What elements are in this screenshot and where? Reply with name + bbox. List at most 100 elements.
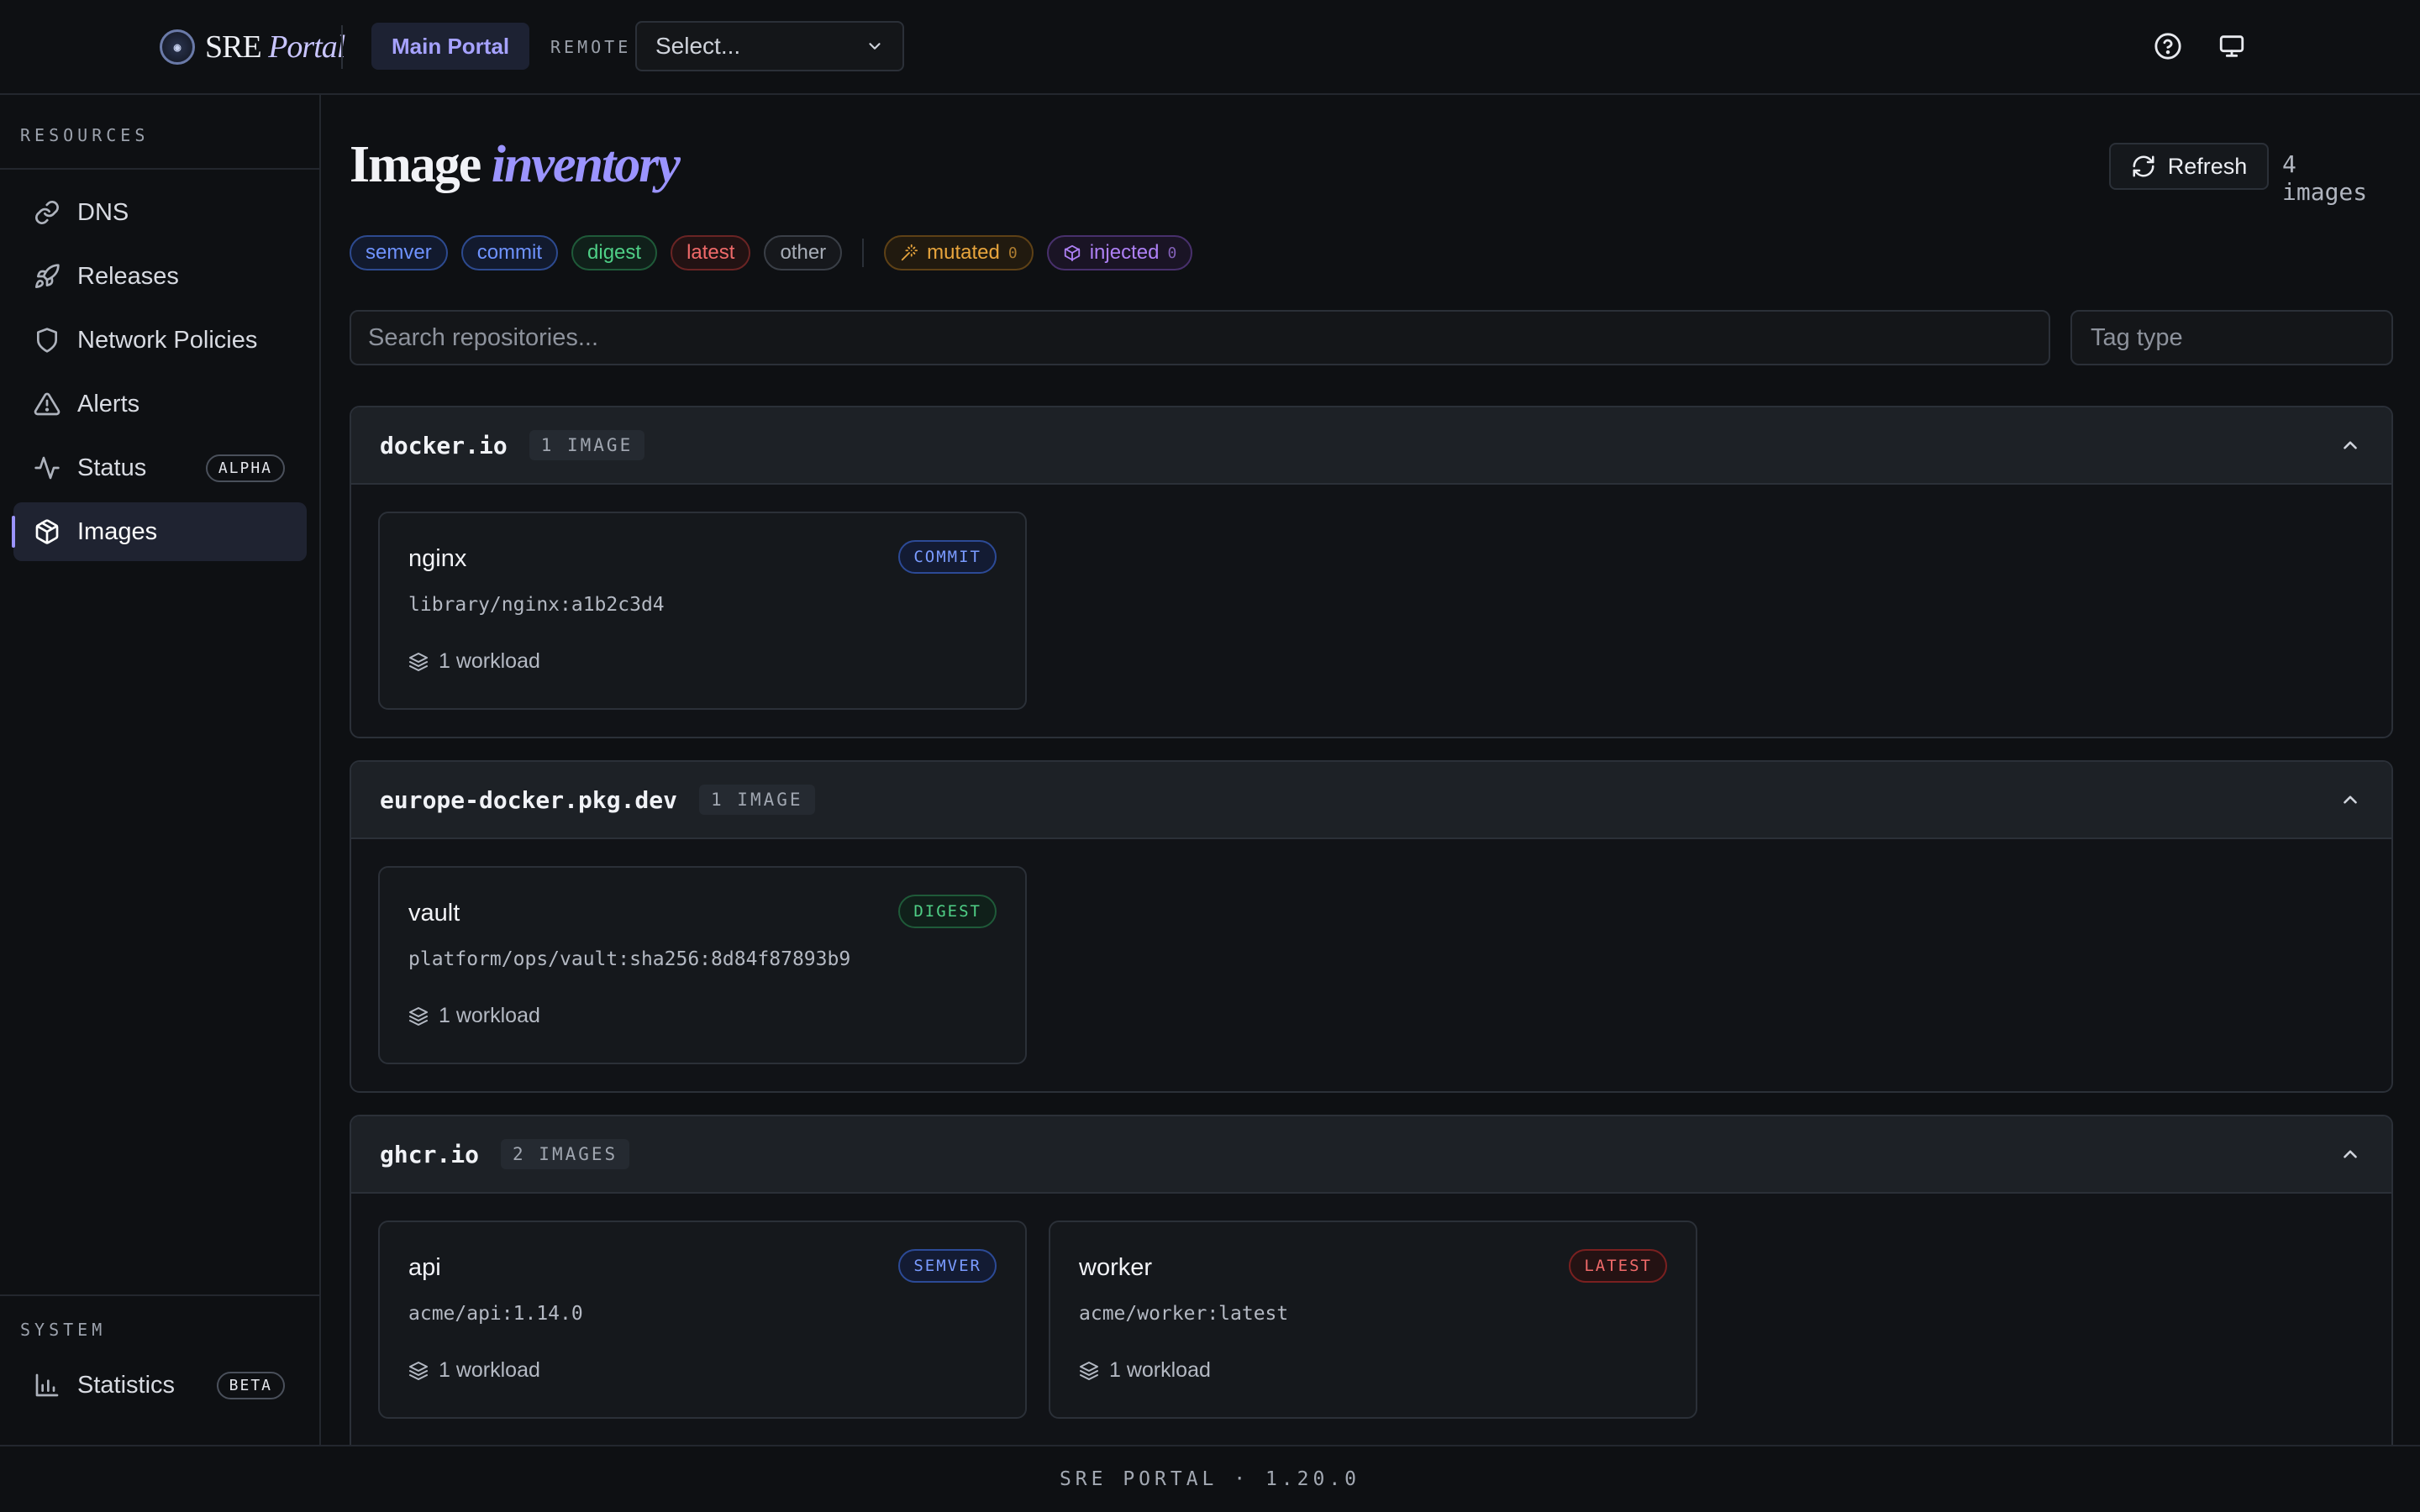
registry-image-count: 1 IMAGE	[699, 785, 815, 815]
brand-name: SRE Portal	[205, 29, 345, 65]
sidebar-item-network-policies[interactable]: Network Policies	[13, 311, 307, 370]
sidebar-item-label: Statistics	[77, 1371, 176, 1399]
sidebar-item-alerts[interactable]: Alerts	[13, 375, 307, 433]
registry-group: europe-docker.pkg.dev 1 IMAGE vault DIGE…	[350, 760, 2393, 1093]
sidebar-divider	[0, 1294, 321, 1296]
workload-count: 1 workload	[408, 1358, 540, 1383]
rocket-icon	[35, 264, 60, 288]
footer-version: SRE PORTAL · 1.20.0	[0, 1445, 2420, 1512]
workload-count: 1 workload	[408, 649, 540, 674]
image-ref: platform/ops/vault:sha256:8d84f87893b9	[408, 948, 851, 970]
registry-image-count: 2 IMAGES	[501, 1139, 630, 1169]
sidebar-divider	[0, 168, 321, 170]
injected-count: 0	[1167, 244, 1177, 262]
search-input[interactable]	[350, 310, 2050, 365]
mutated-label: mutated	[927, 241, 1000, 264]
filter-chip-mutated[interactable]: mutated 0	[884, 235, 1034, 270]
image-name: vault	[408, 900, 460, 927]
sidebar-item-label: Releases	[77, 262, 179, 290]
registry-group-header[interactable]: docker.io 1 IMAGE	[351, 407, 2391, 485]
layers-icon	[409, 652, 428, 671]
sidebar-item-label: Alerts	[77, 390, 140, 417]
filter-chip-other[interactable]: other	[764, 235, 843, 270]
registry-image-count: 1 IMAGE	[529, 430, 645, 460]
sidebar-item-label: Network Policies	[77, 326, 258, 354]
sidebar-item-statistics[interactable]: Statistics BETA	[13, 1356, 307, 1415]
registry-group-header[interactable]: europe-docker.pkg.dev 1 IMAGE	[351, 762, 2391, 839]
sidebar-item-status[interactable]: Status ALPHA	[13, 438, 307, 497]
alert-triangle-icon	[34, 392, 60, 416]
monitor-icon[interactable]	[2216, 30, 2248, 62]
remote-select[interactable]: Select...	[635, 21, 904, 71]
system-section-label: SYSTEM	[20, 1320, 107, 1340]
help-circle-icon[interactable]	[2152, 30, 2184, 62]
main-portal-button[interactable]: Main Portal	[371, 23, 530, 70]
chevron-up-icon[interactable]	[2339, 789, 2361, 811]
filter-chip-commit[interactable]: commit	[460, 235, 559, 270]
chip-divider	[862, 239, 865, 267]
tag-type-badge: DIGEST	[898, 895, 997, 928]
box-icon	[1064, 244, 1080, 262]
image-cards: api SEMVER acme/api:1.14.0 1 workload wo…	[378, 1221, 1697, 1419]
injected-label: injected	[1089, 241, 1160, 264]
image-cards: vault DIGEST platform/ops/vault:sha256:8…	[378, 866, 1027, 1064]
image-name: nginx	[408, 545, 467, 572]
chevron-up-icon[interactable]	[2339, 434, 2361, 456]
chevron-down-icon	[869, 43, 881, 50]
sidebar-item-dns[interactable]: DNS	[13, 183, 307, 242]
registry-name: ghcr.io	[380, 1140, 480, 1168]
portal-seal-icon: ◉	[160, 29, 195, 65]
image-name: worker	[1079, 1254, 1153, 1281]
filter-chip-latest[interactable]: latest	[671, 235, 751, 270]
page-title: Image inventory	[350, 136, 681, 193]
remote-select-value: Select...	[655, 33, 741, 59]
tag-type-badge: SEMVER	[898, 1249, 997, 1283]
alpha-badge: ALPHA	[205, 454, 285, 482]
activity-icon	[34, 456, 60, 480]
package-icon	[35, 519, 59, 544]
sidebar-item-label: Images	[77, 517, 158, 545]
main-content: Image inventory Refresh 4 images semver …	[350, 95, 2393, 1445]
sidebar-item-releases[interactable]: Releases	[13, 247, 307, 306]
workload-label: 1 workload	[1109, 1358, 1211, 1382]
image-count: 4 images	[2282, 150, 2368, 206]
image-card[interactable]: nginx COMMIT library/nginx:a1b2c3d4 1 wo…	[378, 512, 1027, 710]
refresh-label: Refresh	[2167, 153, 2248, 179]
layers-icon	[409, 1006, 428, 1026]
image-card[interactable]: worker LATEST acme/worker:latest 1 workl…	[1049, 1221, 1697, 1419]
workload-label: 1 workload	[439, 649, 540, 673]
shield-icon	[37, 328, 57, 353]
image-ref: acme/api:1.14.0	[408, 1303, 583, 1325]
sidebar-item-images[interactable]: Images	[12, 502, 307, 561]
chevron-up-icon[interactable]	[2339, 1143, 2361, 1165]
image-card[interactable]: api SEMVER acme/api:1.14.0 1 workload	[378, 1221, 1027, 1419]
image-cards: nginx COMMIT library/nginx:a1b2c3d4 1 wo…	[378, 512, 1027, 710]
filter-chip-injected[interactable]: injected 0	[1046, 235, 1193, 270]
sidebar-item-label: Status	[77, 454, 147, 481]
wand-icon	[901, 244, 918, 261]
layers-icon	[409, 1361, 428, 1380]
sidebar: RESOURCES DNS Releases Network Policies …	[0, 95, 321, 1445]
image-ref: library/nginx:a1b2c3d4	[408, 594, 665, 616]
registry-name: docker.io	[380, 431, 508, 459]
workload-label: 1 workload	[439, 1004, 540, 1027]
top-bar: ◉ SRE Portal Main Portal REMOTE Select..…	[0, 0, 2420, 95]
image-card[interactable]: vault DIGEST platform/ops/vault:sha256:8…	[378, 866, 1027, 1064]
registry-group-header[interactable]: ghcr.io 2 IMAGES	[351, 1116, 2391, 1194]
image-name: api	[408, 1254, 441, 1281]
filter-chip-digest[interactable]: digest	[571, 235, 658, 270]
tag-type-select[interactable]: Tag type	[2070, 310, 2393, 365]
remote-label: REMOTE	[550, 37, 632, 57]
filter-chip-semver[interactable]: semver	[350, 235, 448, 270]
workload-label: 1 workload	[439, 1358, 540, 1382]
beta-badge: BETA	[216, 1371, 285, 1399]
registry-group: docker.io 1 IMAGE nginx COMMIT library/n…	[350, 406, 2393, 738]
filter-chips: semver commit digest latest other mutate…	[350, 235, 1193, 270]
refresh-icon	[2133, 155, 2154, 177]
bar-chart-icon	[35, 1373, 59, 1397]
header-divider	[341, 25, 343, 69]
workload-count: 1 workload	[1079, 1358, 1211, 1383]
brand-logo-link[interactable]: ◉ SRE Portal	[160, 25, 345, 69]
image-ref: acme/worker:latest	[1079, 1303, 1289, 1325]
refresh-button[interactable]: Refresh	[2109, 143, 2269, 190]
